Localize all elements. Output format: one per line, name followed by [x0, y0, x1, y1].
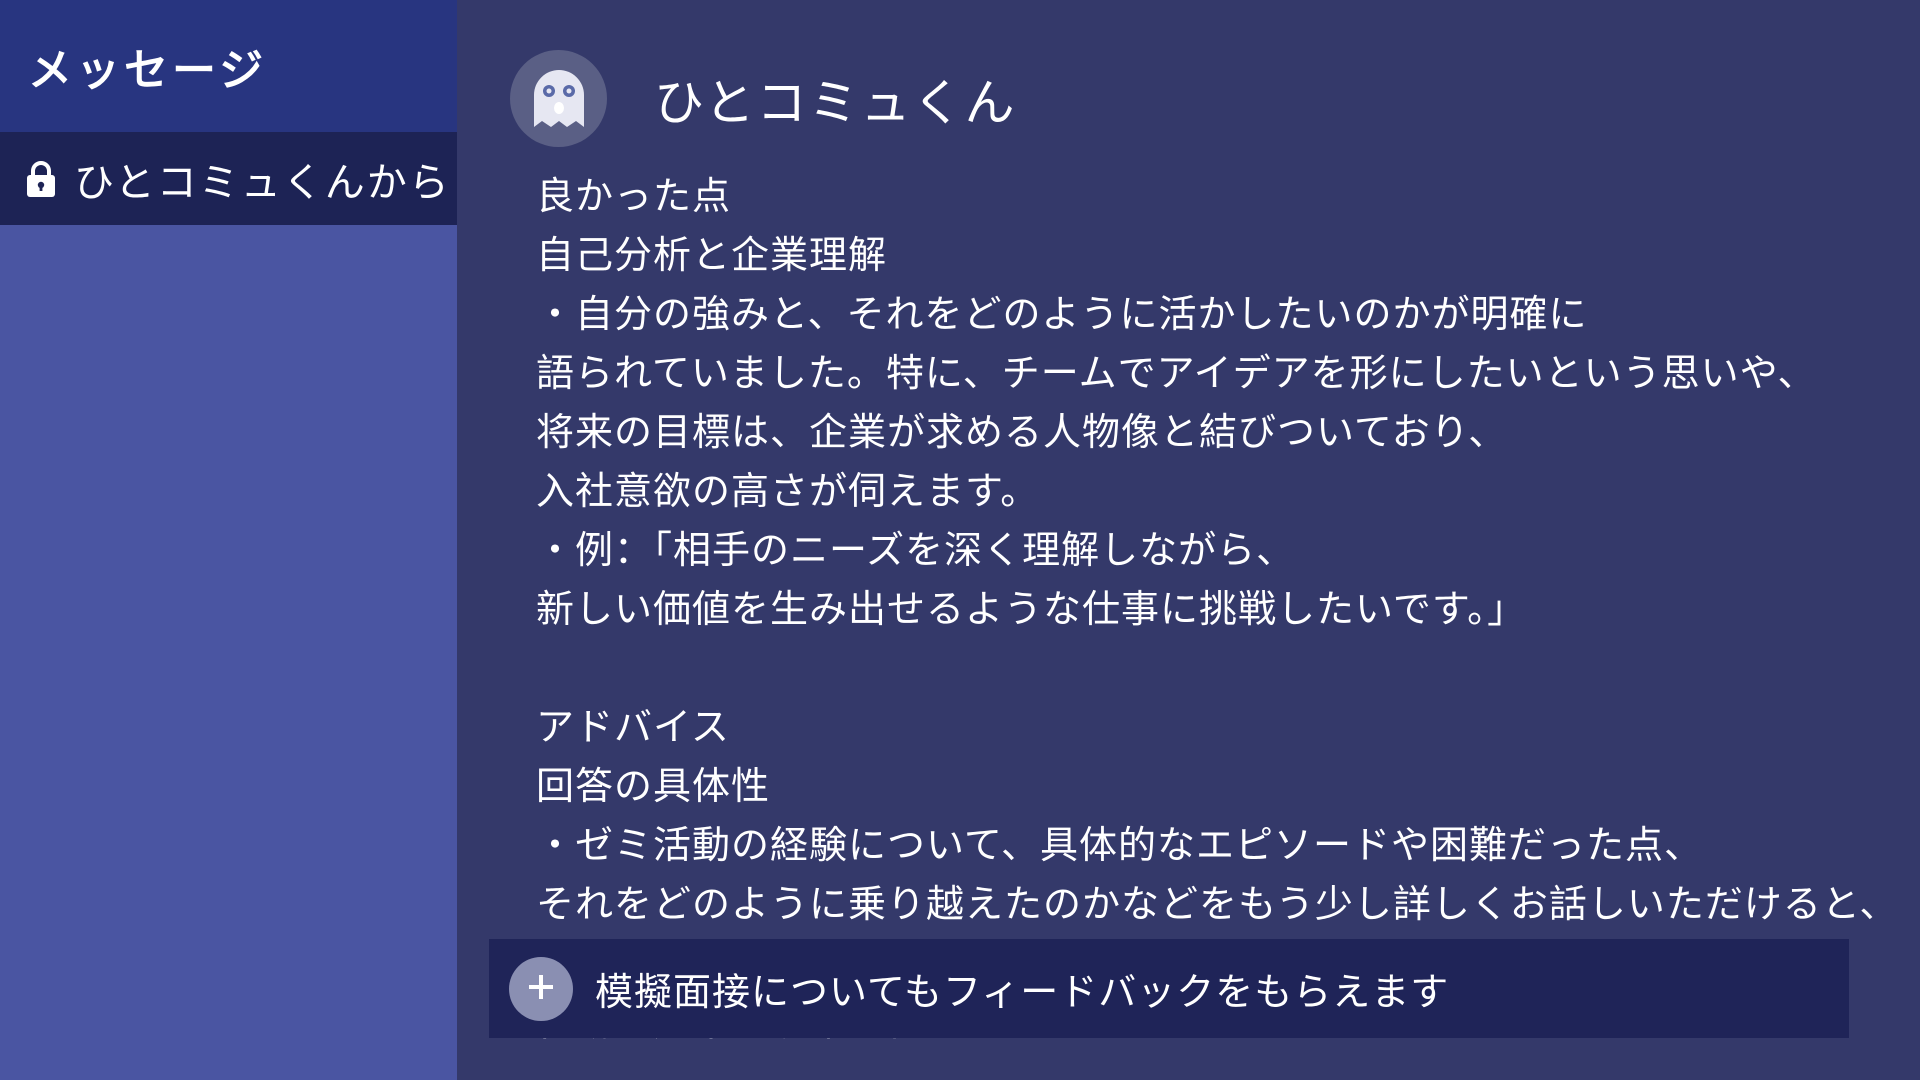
sidebar-title: メッセージ: [28, 45, 268, 96]
message-line: 自己分析と企業理解: [536, 233, 888, 277]
message-line: 入社意欲の高さが伺えます。: [536, 469, 1040, 513]
message-body: 良かった点 自己分析と企業理解 ・自分の強みと、それをどのように活かしたいのかが…: [536, 167, 1920, 1052]
message-line: ・ゼミ活動の経験について、具体的なエピソードや困難だった点、: [536, 823, 1703, 867]
sidebar-item-label: ひとコミュくんから: [74, 159, 451, 206]
sidebar-header: メッセージ: [0, 0, 457, 132]
avatar: [510, 50, 607, 147]
message-line: 新しい価値を生み出せるような仕事に挑戦したいです。」: [536, 587, 1527, 631]
chat-header: ひとコミュくん: [510, 50, 1017, 147]
message-line: ・自分の強みと、それをどのように活かしたいのかが明確に: [536, 292, 1588, 336]
composer-bar[interactable]: 模擬面接についてもフィードバックをもらえます: [489, 939, 1849, 1038]
lock-icon: [26, 160, 56, 198]
message-line: それをどのように乗り越えたのかなどをもう少し詳しくお話しいただけると、: [536, 882, 1899, 926]
app-window: メッセージ ひとコミュくんから ひとコミュくん 良かった点 自己分析と企業理解 …: [0, 0, 1920, 1080]
composer-prompt: 模擬面接についてもフィードバックをもらえます: [595, 970, 1450, 1014]
message-line: アドバイス: [536, 705, 730, 749]
message-line: [536, 639, 1920, 698]
sidebar-item-hitocomu[interactable]: ひとコミュくんから: [0, 132, 457, 225]
add-button[interactable]: [509, 956, 573, 1021]
message-line: 良かった点: [536, 174, 732, 218]
plus-icon: [526, 972, 556, 1006]
message-line: 語られていました。特に、チームでアイデアを形にしたいという思いや、: [536, 351, 1817, 395]
chat-title: ひとコミュくん: [654, 73, 1017, 132]
message-line: 回答の具体性: [536, 764, 771, 808]
message-line: ・例：「相手のニーズを深く理解しながら、: [536, 528, 1296, 572]
sidebar: メッセージ ひとコミュくんから: [0, 0, 457, 1080]
ghost-icon: [528, 61, 590, 137]
chat-panel: ひとコミュくん 良かった点 自己分析と企業理解 ・自分の強みと、それをどのように…: [457, 0, 1920, 1080]
message-line: 将来の目標は、企業が求める人物像と結びついており、: [536, 410, 1508, 454]
